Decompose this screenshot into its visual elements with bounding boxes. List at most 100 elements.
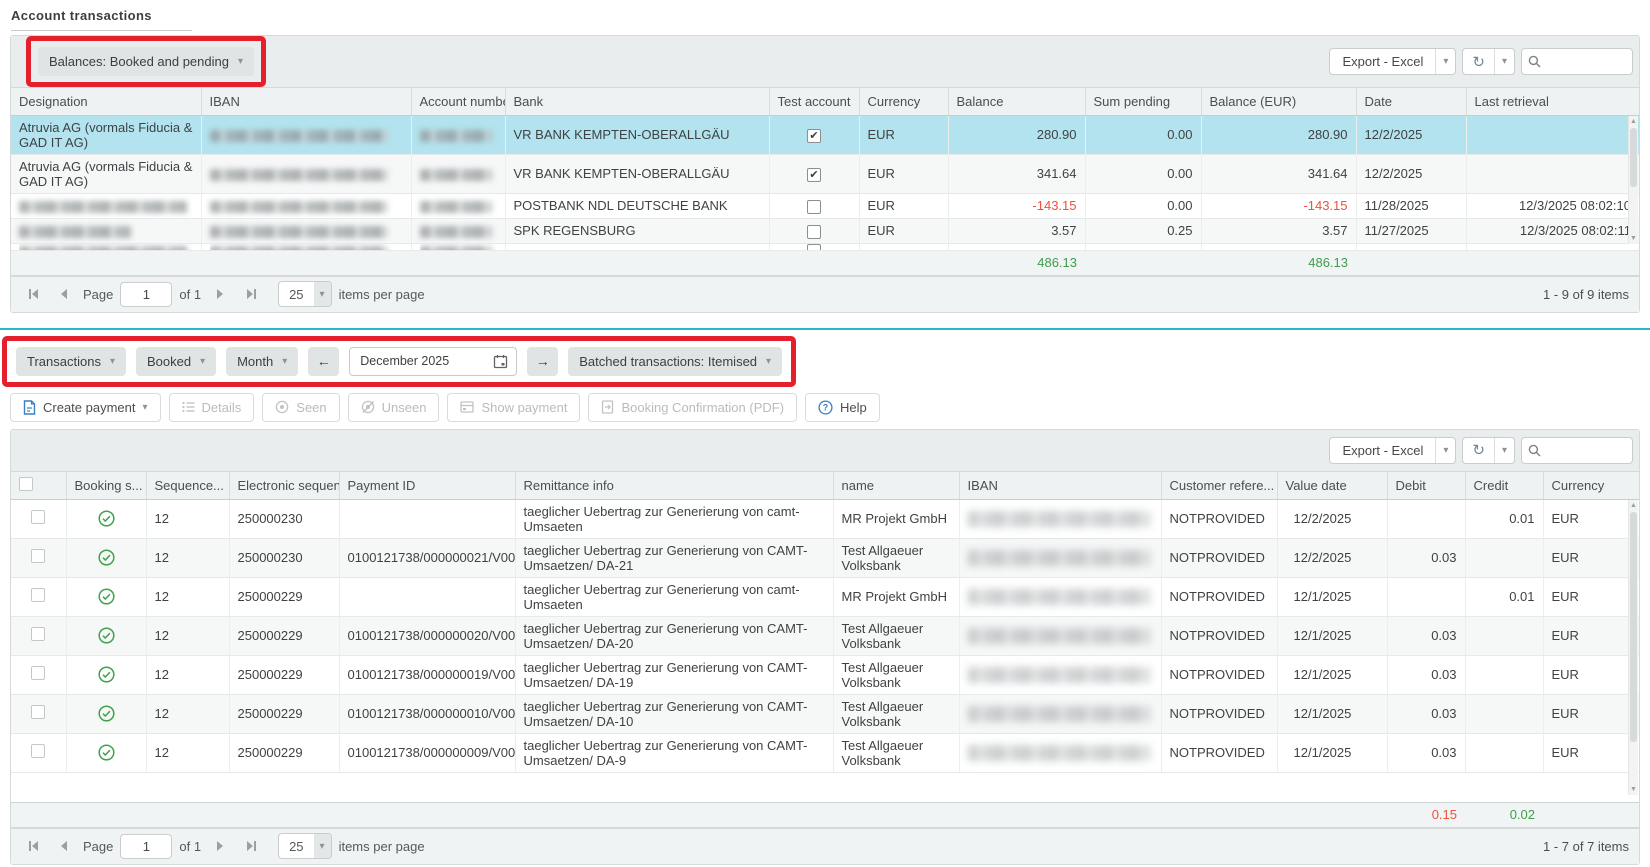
- row-checkbox[interactable]: [31, 588, 45, 602]
- col-credit[interactable]: Credit: [1465, 472, 1543, 500]
- row-checkbox[interactable]: [31, 510, 45, 524]
- col-date[interactable]: Date: [1356, 88, 1466, 115]
- transactions-table: Booking s... Sequence... Electronic sequ…: [11, 472, 1639, 828]
- table-row[interactable]: 12 250000229 taeglicher Uebertrag zur Ge…: [11, 577, 1639, 616]
- pager-last-button[interactable]: [239, 834, 263, 858]
- export-excel-button[interactable]: Export - Excel: [1330, 438, 1435, 463]
- export-excel-button[interactable]: Export - Excel: [1330, 49, 1435, 74]
- scroll-up-icon[interactable]: ▲: [1629, 502, 1638, 509]
- row-checkbox[interactable]: [31, 666, 45, 680]
- test-account-checkbox[interactable]: ✔: [807, 168, 821, 182]
- page-size-select[interactable]: 25 ▾: [278, 833, 332, 859]
- show-payment-button[interactable]: Show payment: [447, 393, 580, 422]
- calendar-icon[interactable]: [493, 354, 508, 369]
- refresh-button[interactable]: ↻: [1463, 49, 1494, 74]
- table-row[interactable]: 12 250000230 0100121738/000000021/V00001…: [11, 538, 1639, 577]
- col-payment-id[interactable]: Payment ID: [339, 472, 515, 500]
- scrollbar-thumb[interactable]: [1630, 128, 1637, 187]
- col-iban[interactable]: IBAN: [201, 88, 411, 115]
- col-value-date[interactable]: Value date: [1277, 472, 1387, 500]
- col-customer-reference[interactable]: Customer refere...: [1161, 472, 1277, 500]
- col-last-retrieval[interactable]: Last retrieval: [1466, 88, 1639, 115]
- pager-next-button[interactable]: [208, 282, 232, 306]
- select-all-checkbox[interactable]: [19, 477, 33, 491]
- balances-view-dropdown[interactable]: Balances: Booked and pending ▾: [38, 47, 254, 76]
- refresh-options-button[interactable]: ▾: [1494, 438, 1514, 463]
- sequence-cell: 12: [146, 499, 229, 538]
- export-options-button[interactable]: ▾: [1435, 438, 1455, 463]
- table-row[interactable]: Atruvia AG (vormals Fiducia & GAD IT AG)…: [11, 154, 1639, 193]
- col-remittance-info[interactable]: Remittance info: [515, 472, 833, 500]
- next-period-button[interactable]: →: [527, 347, 558, 376]
- export-options-button[interactable]: ▾: [1435, 49, 1455, 74]
- row-checkbox[interactable]: [31, 627, 45, 641]
- col-account-number[interactable]: Account number: [411, 88, 505, 115]
- col-designation[interactable]: Designation: [11, 88, 201, 115]
- table-row[interactable]: 12 250000229 0100121738/000000010/V00001…: [11, 694, 1639, 733]
- vertical-scrollbar[interactable]: ▲ ▼: [1628, 500, 1638, 795]
- page-number-input[interactable]: [120, 282, 172, 307]
- refresh-button[interactable]: ↻: [1463, 438, 1494, 463]
- pager-prev-button[interactable]: [52, 282, 76, 306]
- booking-status-dropdown[interactable]: Booked ▾: [136, 347, 216, 376]
- transactions-type-dropdown[interactable]: Transactions ▾: [16, 347, 126, 376]
- transactions-filter-toolbar: Transactions ▾ Booked ▾ Month ▾ ← → Batc…: [2, 336, 1650, 387]
- table-row[interactable]: 12 250000229 0100121738/000000019/V00001…: [11, 655, 1639, 694]
- col-sequence[interactable]: Sequence...: [146, 472, 229, 500]
- page-size-select[interactable]: 25 ▾: [278, 281, 332, 307]
- help-button[interactable]: ? Help: [805, 393, 880, 422]
- table-row[interactable]: POSTBANK NDL DEUTSCHE BANK ✔ EUR -143.15…: [11, 193, 1639, 218]
- col-booking-status[interactable]: Booking s...: [66, 472, 146, 500]
- col-balance-eur[interactable]: Balance (EUR): [1201, 88, 1356, 115]
- col-currency[interactable]: Currency: [859, 88, 948, 115]
- scroll-down-icon[interactable]: ▼: [1629, 235, 1638, 242]
- scroll-up-icon[interactable]: ▲: [1629, 118, 1638, 125]
- test-account-checkbox[interactable]: ✔: [807, 200, 821, 214]
- col-test-account[interactable]: Test account: [769, 88, 859, 115]
- pager-first-button[interactable]: [21, 282, 45, 306]
- pager-first-button[interactable]: [21, 834, 45, 858]
- table-row[interactable]: 12 250000229 0100121738/000000020/V00001…: [11, 616, 1639, 655]
- test-account-checkbox[interactable]: ✔: [807, 225, 821, 239]
- table-row[interactable]: 12 250000229 0100121738/000000009/V00001…: [11, 733, 1639, 772]
- scroll-down-icon[interactable]: ▼: [1629, 786, 1638, 793]
- sequence-cell: 12: [146, 655, 229, 694]
- vertical-scrollbar[interactable]: ▲ ▼: [1628, 116, 1638, 244]
- details-button[interactable]: Details: [169, 393, 255, 422]
- page-number-input[interactable]: [120, 834, 172, 859]
- col-debit[interactable]: Debit: [1387, 472, 1465, 500]
- batched-transactions-dropdown[interactable]: Batched transactions: Itemised ▾: [568, 347, 782, 376]
- table-row[interactable]: 12 250000230 taeglicher Uebertrag zur Ge…: [11, 499, 1639, 538]
- col-bank[interactable]: Bank: [505, 88, 769, 115]
- unseen-button[interactable]: Unseen: [348, 393, 440, 422]
- currency-cell: EUR: [1543, 538, 1639, 577]
- table-row[interactable]: Atruvia AG (vormals Fiducia & GAD IT AG)…: [11, 115, 1639, 154]
- test-account-checkbox[interactable]: ✔: [807, 129, 821, 143]
- refresh-options-button[interactable]: ▾: [1494, 49, 1514, 74]
- booking-confirmation-button[interactable]: Booking Confirmation (PDF): [588, 393, 797, 422]
- search-input[interactable]: [1545, 443, 1615, 458]
- previous-period-button[interactable]: ←: [308, 347, 339, 376]
- col-iban[interactable]: IBAN: [959, 472, 1161, 500]
- period-input[interactable]: [360, 354, 487, 368]
- row-checkbox[interactable]: [31, 744, 45, 758]
- transactions-toolbar: Export - Excel ▾ ↻ ▾: [11, 430, 1639, 472]
- pager-next-button[interactable]: [208, 834, 232, 858]
- col-balance[interactable]: Balance: [948, 88, 1085, 115]
- period-type-dropdown[interactable]: Month ▾: [226, 347, 298, 376]
- pager-last-button[interactable]: [239, 282, 263, 306]
- seen-button[interactable]: Seen: [262, 393, 339, 422]
- search-input[interactable]: [1545, 54, 1615, 69]
- pager-prev-button[interactable]: [52, 834, 76, 858]
- col-name[interactable]: name: [833, 472, 959, 500]
- create-payment-button[interactable]: Create payment ▾: [10, 393, 161, 422]
- row-checkbox[interactable]: [31, 549, 45, 563]
- col-sum-pending[interactable]: Sum pending: [1085, 88, 1201, 115]
- col-currency[interactable]: Currency: [1543, 472, 1639, 500]
- arrow-right-icon: →: [536, 353, 550, 369]
- pager-last-icon: [247, 841, 253, 851]
- row-checkbox[interactable]: [31, 705, 45, 719]
- scrollbar-thumb[interactable]: [1630, 512, 1637, 742]
- table-row[interactable]: SPK REGENSBURG ✔ EUR 3.57 0.25 3.57 11/2…: [11, 218, 1639, 243]
- col-electronic-sequence[interactable]: Electronic sequen...: [229, 472, 339, 500]
